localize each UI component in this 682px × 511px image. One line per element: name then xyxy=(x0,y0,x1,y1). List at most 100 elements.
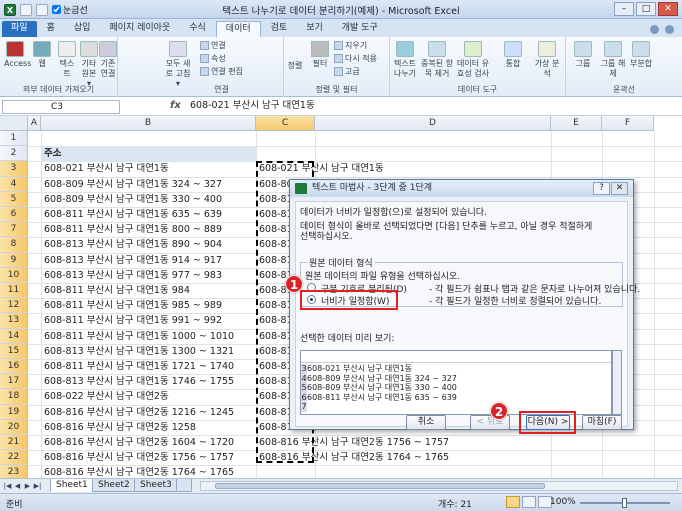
sheet-tab-2[interactable]: Sheet2 xyxy=(92,479,136,492)
sheet-tab-1[interactable]: Sheet1 xyxy=(50,479,94,492)
finish-button[interactable]: 마침(F) xyxy=(582,415,622,430)
prev-sheet-icon[interactable]: ◀ xyxy=(13,481,22,491)
row-header[interactable]: 22 xyxy=(0,450,28,466)
tab-formulas[interactable]: 수식 xyxy=(180,21,215,37)
cell-c[interactable]: 608-81 xyxy=(256,313,293,328)
help-icon[interactable] xyxy=(665,24,674,34)
tab-insert[interactable]: 삽입 xyxy=(65,21,100,37)
subtotal-button[interactable]: 부분합 xyxy=(628,41,654,69)
normal-view-icon[interactable] xyxy=(506,496,520,508)
cell-b[interactable]: 608-811 부산시 남구 대연1동 1000 ~ 1010 xyxy=(41,329,234,344)
insert-sheet-icon[interactable] xyxy=(176,479,192,492)
cell-b[interactable]: 608-816 부산시 남구 대연2동 1756 ~ 1757 xyxy=(41,450,234,465)
tab-file[interactable]: 파일 xyxy=(2,21,37,37)
row-header[interactable]: 5 xyxy=(0,191,28,207)
existing-connections-button[interactable]: 기존 연결 xyxy=(98,41,118,79)
zoom-level[interactable]: 100% xyxy=(550,497,576,507)
zoom-slider-knob[interactable] xyxy=(622,498,627,508)
cell-b[interactable]: 608-811 부산시 남구 대연1동 635 ~ 639 xyxy=(41,207,222,222)
cell-b[interactable]: 608-022 부산시 남구 대연2동 xyxy=(41,389,169,404)
row-header[interactable]: 23 xyxy=(0,465,28,478)
cell-c[interactable]: 608-81 xyxy=(256,298,293,313)
cell-b[interactable]: 608-816 부산시 남구 대연2동 1764 ~ 1765 xyxy=(41,465,234,478)
text-button[interactable]: 텍스트 xyxy=(56,41,78,79)
tab-data[interactable]: 데이터 xyxy=(215,21,261,37)
cell-b[interactable]: 608-816 부산시 남구 대연2동 1604 ~ 1720 xyxy=(41,435,234,450)
other-sources-button[interactable]: 기타 원본 ▾ xyxy=(80,41,98,89)
cell-c[interactable]: 608-81 xyxy=(256,192,293,207)
sheet-tab-3[interactable]: Sheet3 xyxy=(134,479,178,492)
cell-b[interactable]: 608-811 부산시 남구 대연1동 1721 ~ 1740 xyxy=(41,359,234,374)
first-sheet-icon[interactable]: |◀ xyxy=(3,481,12,491)
ribbon-minimize-icon[interactable] xyxy=(650,24,659,34)
ungroup-button[interactable]: 그룹 해제 xyxy=(600,41,626,79)
row-header[interactable]: 4 xyxy=(0,176,28,192)
column-header-d[interactable]: D xyxy=(315,116,551,131)
remove-duplicates-button[interactable]: 중복된 항목 제거 xyxy=(420,41,454,79)
row-header[interactable]: 9 xyxy=(0,252,28,268)
data-validation-button[interactable]: 데이터 유효성 검사 xyxy=(456,41,490,79)
cell-c[interactable]: 608-81 xyxy=(256,359,293,374)
cell-b[interactable]: 608-811 부산시 남구 대연1동 985 ~ 989 xyxy=(41,298,222,313)
connections-button[interactable]: 연결 xyxy=(200,40,226,51)
select-all-corner[interactable] xyxy=(0,116,28,131)
tab-view[interactable]: 보기 xyxy=(297,21,332,37)
close-button[interactable]: ✕ xyxy=(658,2,678,16)
dialog-help-button[interactable]: ? xyxy=(593,182,610,195)
cell-b[interactable]: 608-816 부산시 남구 대연2동 1258 xyxy=(41,420,196,435)
minimize-button[interactable]: – xyxy=(614,2,634,16)
column-header-f[interactable]: F xyxy=(602,116,654,131)
dialog-close-button[interactable]: ✕ xyxy=(611,182,628,195)
cell-c[interactable]: 608-816 부산시 남구 대연2동 1764 ~ 1765 xyxy=(256,450,449,465)
cell-b[interactable]: 608-809 부산시 남구 대연1동 324 ~ 327 xyxy=(41,177,222,192)
cell-b[interactable]: 608-816 부산시 남구 대연2동 1216 ~ 1245 xyxy=(41,405,234,420)
cell-c[interactable]: 608-81 xyxy=(256,207,293,222)
row-header[interactable]: 1 xyxy=(0,131,28,147)
cell-c[interactable]: 608-81 xyxy=(256,405,293,420)
what-if-button[interactable]: 가상 분석 xyxy=(532,41,562,79)
row-header[interactable]: 8 xyxy=(0,237,28,253)
row-header[interactable]: 13 xyxy=(0,313,28,329)
row-header[interactable]: 3 xyxy=(0,161,28,177)
row-header[interactable]: 2 xyxy=(0,146,28,162)
page-layout-view-icon[interactable] xyxy=(522,496,536,508)
cancel-button[interactable]: 취소 xyxy=(406,415,446,430)
column-header-a[interactable]: A xyxy=(28,116,41,131)
cell-b[interactable]: 608-813 부산시 남구 대연1동 1746 ~ 1755 xyxy=(41,374,234,389)
name-box[interactable]: C3 xyxy=(2,100,120,114)
data-preview[interactable]: 3608-021 부산시 남구 대연1동 4608-809 부산시 남구 대연1동… xyxy=(300,350,612,415)
row-header[interactable]: 19 xyxy=(0,404,28,420)
horizontal-scroll-thumb[interactable] xyxy=(215,483,545,489)
cell-c[interactable]: 608-81 xyxy=(256,420,293,435)
cell-b[interactable]: 608-021 부산시 남구 대연1동 xyxy=(41,161,169,176)
cell-c[interactable]: 608-816 부산시 남구 대연2동 1756 ~ 1757 xyxy=(256,435,449,450)
cell-b[interactable]: 608-813 부산시 남구 대연1동 890 ~ 904 xyxy=(41,237,222,252)
column-header-e[interactable]: E xyxy=(551,116,602,131)
maximize-button[interactable]: □ xyxy=(636,2,656,16)
column-header-b[interactable]: B xyxy=(41,116,256,131)
row-header[interactable]: 20 xyxy=(0,419,28,435)
web-button[interactable]: 웹 xyxy=(32,41,52,69)
row-header[interactable]: 7 xyxy=(0,222,28,238)
cell-c[interactable]: 608-81 xyxy=(256,222,293,237)
filter-button[interactable]: 필터 xyxy=(310,41,330,69)
zoom-slider[interactable] xyxy=(580,498,670,508)
text-to-columns-button[interactable]: 텍스트 나누기 xyxy=(392,41,418,79)
cell-c[interactable]: 608-81 xyxy=(256,374,293,389)
refresh-all-button[interactable]: 모두 새로 고침 ▾ xyxy=(164,41,192,89)
properties-button[interactable]: 속성 xyxy=(200,53,226,64)
cell-c[interactable]: 608-81 xyxy=(256,253,293,268)
row-header[interactable]: 15 xyxy=(0,343,28,359)
cell-b[interactable]: 608-811 부산시 남구 대연1동 991 ~ 992 xyxy=(41,313,222,328)
sort-button[interactable]: 정렬 xyxy=(284,61,306,71)
tab-page-layout[interactable]: 페이지 레이아웃 xyxy=(100,21,179,37)
edit-links-button[interactable]: 연결 편집 xyxy=(200,66,243,77)
row-header[interactable]: 18 xyxy=(0,389,28,405)
row-header[interactable]: 16 xyxy=(0,359,28,375)
access-button[interactable]: Access xyxy=(4,41,31,69)
next-sheet-icon[interactable]: ▶ xyxy=(23,481,32,491)
cell-b[interactable]: 608-813 부산시 남구 대연1동 914 ~ 917 xyxy=(41,253,222,268)
cell-c[interactable]: 608-81 xyxy=(256,389,293,404)
consolidate-button[interactable]: 통합 xyxy=(500,41,526,69)
header-cell[interactable]: 주소 xyxy=(41,146,256,162)
